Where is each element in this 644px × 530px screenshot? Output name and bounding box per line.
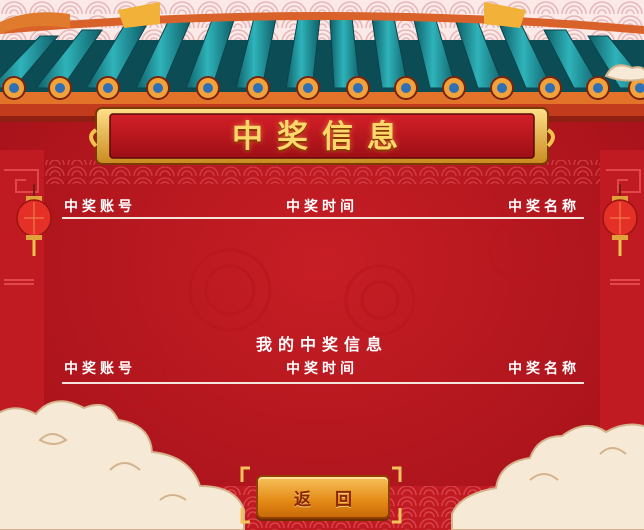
my-winnings-table-divider xyxy=(62,382,584,384)
column-header-prize: 中奖名称 xyxy=(508,361,580,377)
winners-table-body xyxy=(62,220,584,320)
winners-table-header: 中奖账号 中奖时间 中奖名称 xyxy=(64,195,580,217)
column-header-prize: 中奖名称 xyxy=(508,199,580,215)
column-header-time: 中奖时间 xyxy=(286,199,358,215)
page-title: 中奖信息 xyxy=(232,118,412,155)
column-header-account: 中奖账号 xyxy=(64,361,136,377)
my-winnings-table-header: 中奖账号 中奖时间 中奖名称 xyxy=(64,357,580,379)
column-header-account: 中奖账号 xyxy=(64,199,136,215)
my-winnings-title: 我的中奖信息 xyxy=(255,335,388,354)
my-winnings-table-body xyxy=(62,385,584,455)
winning-info-screen: 中奖信息 中奖账号 中奖时间 中奖名称 我的中奖信息 中奖账号 中奖时间 中奖名… xyxy=(0,0,644,530)
column-header-time: 中奖时间 xyxy=(286,361,358,377)
winners-table-divider xyxy=(62,217,584,219)
back-button-label: 返回 xyxy=(294,489,376,510)
back-button[interactable]: 返回 xyxy=(256,475,390,519)
